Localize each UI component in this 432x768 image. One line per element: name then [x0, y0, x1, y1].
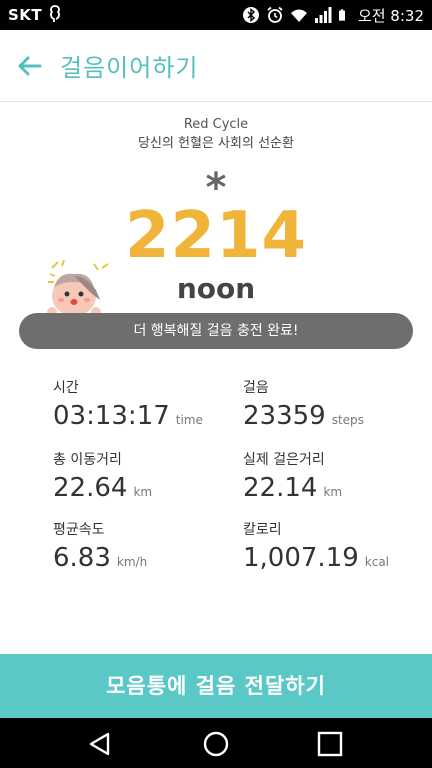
- wifi-icon: [290, 9, 307, 22]
- stat-value: 22.64: [53, 473, 128, 503]
- stat-steps: 걸음 23359 steps: [243, 378, 432, 435]
- notification-icon: [50, 5, 60, 22]
- stat-unit: time: [175, 413, 203, 427]
- stat-unit: km/h: [116, 555, 148, 569]
- status-message-banner: 더 행복해질 걸음 충전 완료!: [19, 313, 413, 349]
- stat-unit: steps: [331, 413, 364, 427]
- stat-walked-distance: 실제 걸은거리 22.14 km: [243, 450, 432, 507]
- stat-label: 평균속도: [53, 522, 105, 538]
- stat-value: 6.83: [53, 543, 111, 573]
- stat-label: 걸음: [243, 380, 269, 396]
- stat-label: 시간: [53, 380, 79, 396]
- deliver-steps-button[interactable]: 모음통에 걸음 전달하기: [0, 654, 432, 718]
- stat-label: 칼로리: [243, 522, 282, 538]
- clock: 오전 8:32: [357, 6, 424, 25]
- campaign-name: Red Cycle: [183, 117, 249, 132]
- stat-value: 03:13:17: [53, 401, 170, 431]
- stat-unit: kcal: [364, 555, 390, 569]
- carrier-label: SKT: [8, 6, 43, 24]
- battery-icon: [338, 9, 345, 21]
- back-triangle-icon[interactable]: [86, 730, 114, 758]
- page-title: 걸음이어하기: [60, 54, 199, 82]
- stat-time: 시간 03:13:17 time: [53, 378, 243, 435]
- status-bar: SKT 오전 8:32: [0, 0, 432, 30]
- signal-icon: [314, 7, 332, 23]
- bluetooth-icon: [242, 7, 259, 23]
- stat-value: 1,007.19: [243, 543, 359, 573]
- recents-square-icon[interactable]: [316, 730, 344, 758]
- stat-label: 총 이동거리: [53, 452, 122, 468]
- stat-label: 실제 걸은거리: [243, 452, 325, 468]
- stat-avg-speed: 평균속도 6.83 km/h: [53, 520, 243, 577]
- mascot-illustration: [47, 260, 109, 317]
- stat-value: 22.14: [243, 473, 318, 503]
- system-nav-bar: [0, 718, 432, 768]
- app-header: 걸음이어하기: [0, 30, 432, 102]
- alarm-icon: [267, 6, 283, 23]
- home-circle-icon[interactable]: [202, 730, 230, 758]
- stat-unit: km: [133, 485, 153, 499]
- stat-unit: km: [323, 485, 343, 499]
- stat-total-distance: 총 이동거리 22.64 km: [53, 450, 243, 507]
- stat-calories: 칼로리 1,007.19 kcal: [243, 520, 432, 577]
- campaign-slogan: 당신의 헌혈은 사회의 선순환: [138, 136, 294, 151]
- stat-value: 23359: [243, 401, 326, 431]
- arrow-left-icon[interactable]: [14, 50, 46, 82]
